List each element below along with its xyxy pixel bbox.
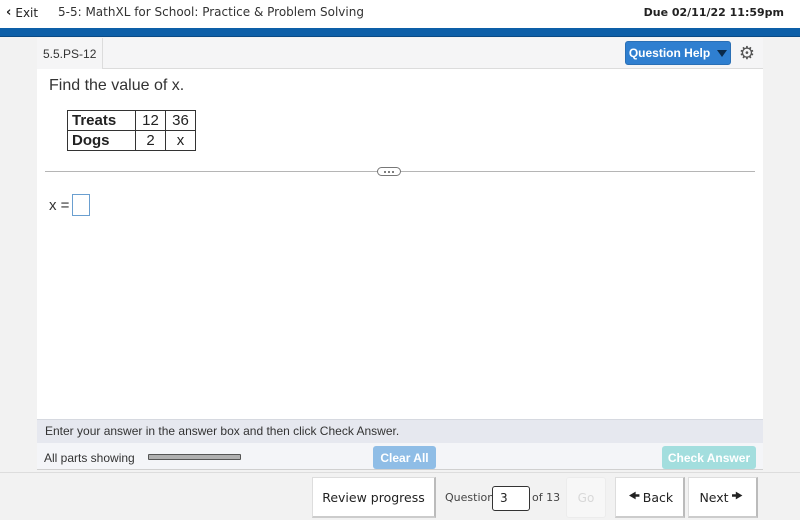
parts-label: All parts showing [44,451,135,465]
parts-bar: All parts showing Clear All Check Answer [37,443,763,470]
back-button[interactable]: 🠜 Back [615,477,685,518]
arrow-right-icon: 🠞 [731,487,743,503]
next-label: Next [699,489,729,505]
question-prompt: Find the value of x. [49,77,185,94]
navigation-bar: Review progress Question 3 of 13 Go 🠜 Ba… [0,472,800,520]
ratio-table: Treats 12 36 Dogs 2 x [67,110,196,151]
chevron-left-icon: ‹ [6,5,12,20]
row-label: Treats [67,110,136,131]
right-margin [763,38,800,472]
table-cell: 2 [135,130,166,151]
question-id: 5.5.PS-12 [37,38,104,69]
go-button[interactable]: Go [566,477,606,518]
table-cell: x [165,130,196,151]
top-bar: ‹ Exit 5-5: MathXL for School: Practice … [0,0,800,28]
question-number-value: 3 [500,491,508,505]
header-accent-bar [0,28,800,37]
question-label: Question [445,491,495,504]
due-date: Due 02/11/22 11:59pm [643,6,784,19]
exit-label: Exit [15,5,39,20]
caret-down-icon [717,49,728,57]
instruction-text: Enter your answer in the answer box and … [37,419,763,443]
row-label: Dogs [67,130,136,151]
question-total: of 13 [532,491,561,504]
table-cell: 36 [165,110,196,131]
gear-icon[interactable]: ⚙ [737,43,757,63]
question-panel: 5.5.PS-12 Question Help ⚙ Find the value… [37,38,763,470]
answer-input[interactable] [72,194,90,216]
back-label: Back [642,489,674,505]
question-number-input[interactable]: 3 [492,486,530,511]
answer-label: x = [49,197,70,214]
review-progress-button[interactable]: Review progress [312,477,436,518]
next-button[interactable]: Next 🠞 [688,477,758,518]
question-header: 5.5.PS-12 Question Help ⚙ [37,38,763,69]
question-help-button[interactable]: Question Help [625,41,731,65]
arrow-left-icon: 🠜 [628,487,640,503]
question-help-label: Question Help [628,46,711,60]
clear-all-button[interactable]: Clear All [373,446,436,469]
table-row: Treats 12 36 [67,110,196,131]
exit-button[interactable]: ‹ Exit [6,5,38,20]
assignment-title: 5-5: MathXL for School: Practice & Probl… [58,5,364,19]
more-dots-icon[interactable] [377,167,401,176]
table-cell: 12 [135,110,166,131]
parts-progress-bar [148,454,241,460]
table-row: Dogs 2 x [67,130,196,151]
check-answer-button[interactable]: Check Answer [662,446,756,469]
